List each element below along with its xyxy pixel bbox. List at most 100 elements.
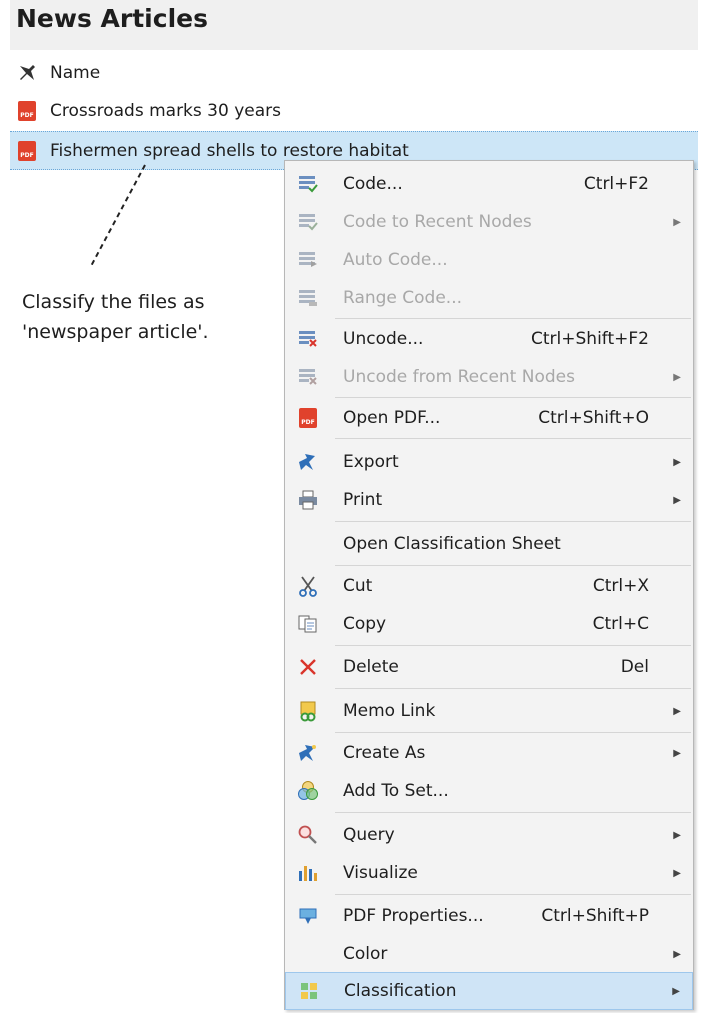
menu-item-label: Classification [344,981,457,1001]
menu-item-add-to-set[interactable]: Add To Set... [285,772,693,810]
menu-item-label: Print [343,490,383,510]
chevron-right-icon: ▶ [673,867,681,879]
chevron-right-icon: ▶ [673,494,681,506]
uncode-recent-icon [285,362,331,392]
annotation-line-2: 'newspaper article'. [22,321,209,343]
create-as-icon [285,738,331,768]
range-code-icon [285,283,331,313]
chevron-right-icon: ▶ [672,985,680,997]
menu-item-shortcut: Ctrl+Shift+P [541,906,649,926]
chevron-right-icon: ▶ [673,371,681,383]
menu-item-visualize[interactable]: Visualize ▶ [285,854,693,892]
chevron-right-icon: ▶ [673,705,681,717]
annotation-line-1: Classify the files as [22,291,205,313]
pdf-file-icon [14,140,40,162]
menu-item-label: Code to Recent Nodes [343,212,532,232]
properties-icon [285,901,331,931]
menu-item-shortcut: Ctrl+F2 [583,174,649,194]
annotation-callout: Classify the files as 'newspaper article… [22,287,262,347]
chart-icon [285,858,331,888]
list-item[interactable]: Crossroads marks 30 years [10,92,698,130]
menu-item-code-to-recent-nodes[interactable]: Code to Recent Nodes ▶ [285,203,693,241]
classification-icon [286,976,332,1006]
menu-item-shortcut: Ctrl+C [592,614,649,634]
menu-separator [335,812,691,813]
menu-item-label: Query [343,825,395,845]
menu-item-label: Copy [343,614,387,634]
menu-item-open-pdf[interactable]: Open PDF... Ctrl+Shift+O [285,399,693,437]
menu-item-label: Export [343,452,399,472]
code-recent-icon [285,207,331,237]
print-icon [285,485,331,515]
menu-item-label: Open Classification Sheet [343,534,561,554]
menu-item-label: Code... [343,174,403,194]
menu-separator [335,318,691,319]
menu-item-code[interactable]: Code... Ctrl+F2 [285,165,693,203]
context-menu: Code... Ctrl+F2 Code to Recent Nodes ▶ A… [284,160,694,1010]
export-icon [285,447,331,477]
menu-item-create-as[interactable]: Create As ▶ [285,734,693,772]
menu-item-label: Delete [343,657,399,677]
memo-link-icon [285,696,331,726]
auto-code-icon [285,245,331,275]
menu-item-label: Uncode... [343,329,424,349]
chevron-right-icon: ▶ [673,216,681,228]
chevron-right-icon: ▶ [673,747,681,759]
menu-item-label: Memo Link [343,701,436,721]
menu-item-label: Open PDF... [343,408,441,428]
menu-item-label: Auto Code... [343,250,448,270]
chevron-right-icon: ▶ [673,948,681,960]
menu-item-uncode-from-recent-nodes[interactable]: Uncode from Recent Nodes ▶ [285,358,693,396]
menu-item-label: PDF Properties... [343,906,484,926]
menu-item-copy[interactable]: Copy Ctrl+C [285,605,693,643]
menu-item-label: Visualize [343,863,418,883]
menu-item-shortcut: Ctrl+X [592,576,649,596]
scissors-icon [285,571,331,601]
menu-separator [335,645,691,646]
menu-separator [335,732,691,733]
menu-item-label: Range Code... [343,288,463,308]
menu-item-classification[interactable]: Classification ▶ [285,972,693,1010]
pin-icon [14,62,40,84]
menu-item-label: Cut [343,576,373,596]
menu-item-cut[interactable]: Cut Ctrl+X [285,567,693,605]
menu-item-label: Uncode from Recent Nodes [343,367,575,387]
menu-separator [335,894,691,895]
menu-separator [335,521,691,522]
menu-item-auto-code[interactable]: Auto Code... [285,241,693,279]
pdf-file-icon [14,100,40,122]
menu-separator [335,438,691,439]
menu-separator [335,565,691,566]
menu-item-shortcut: Ctrl+Shift+O [538,408,649,428]
menu-item-shortcut: Ctrl+Shift+F2 [531,329,649,349]
code-icon [285,169,331,199]
menu-item-pdf-properties[interactable]: PDF Properties... Ctrl+Shift+P [285,897,693,935]
uncode-icon [285,324,331,354]
chevron-right-icon: ▶ [673,829,681,841]
menu-item-range-code[interactable]: Range Code... [285,279,693,317]
menu-item-color[interactable]: Color ▶ [285,935,693,973]
pdf-icon [285,403,331,433]
delete-icon [285,652,331,682]
menu-item-print[interactable]: Print ▶ [285,481,693,519]
menu-item-label: Color [343,944,388,964]
menu-item-open-classification-sheet[interactable]: Open Classification Sheet [285,525,693,563]
menu-item-delete[interactable]: Delete Del [285,648,693,686]
add-to-set-icon [285,776,331,806]
query-icon [285,820,331,850]
menu-item-query[interactable]: Query ▶ [285,816,693,854]
name-column-header[interactable]: Name [10,54,698,92]
menu-item-label: Add To Set... [343,781,449,801]
chevron-right-icon: ▶ [673,456,681,468]
menu-item-label: Create As [343,743,426,763]
list-item-label: Fishermen spread shells to restore habit… [50,140,409,161]
list-item-label: Crossroads marks 30 years [50,101,281,121]
panel-title: News Articles [16,4,208,33]
menu-item-export[interactable]: Export ▶ [285,443,693,481]
menu-item-uncode[interactable]: Uncode... Ctrl+Shift+F2 [285,320,693,358]
menu-item-shortcut: Del [620,657,649,677]
panel-header: News Articles [10,0,698,50]
menu-separator [335,397,691,398]
menu-item-memo-link[interactable]: Memo Link ▶ [285,692,693,730]
column-header-label: Name [50,63,101,83]
